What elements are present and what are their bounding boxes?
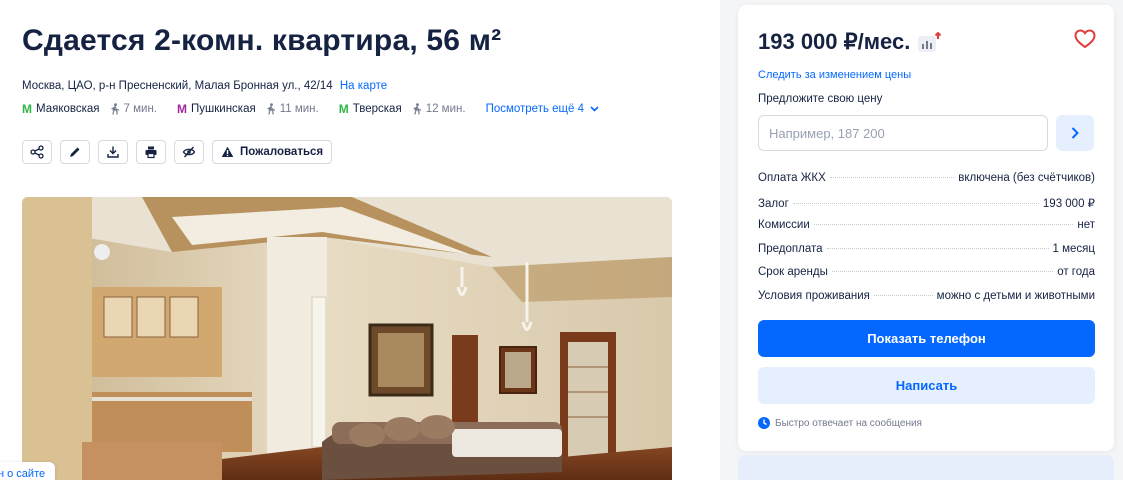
metro-icon: M <box>22 102 32 116</box>
term-leader <box>792 202 1039 204</box>
site-badge[interactable]: н о сайте <box>0 462 56 480</box>
term-leader <box>813 224 1074 226</box>
offer-price-input[interactable] <box>758 115 1048 151</box>
heart-icon <box>1074 29 1096 49</box>
share-button[interactable] <box>22 140 52 164</box>
price: 193 000 ₽/мес. <box>758 29 942 55</box>
more-metro-link[interactable]: Посмотреть ещё 4 <box>486 103 599 115</box>
action-toolbar: Пожаловаться <box>22 140 333 164</box>
term-row: Залог 193 000 ₽ <box>758 196 1095 220</box>
price-value: 193 000 ₽/мес. <box>758 29 911 54</box>
metro-icon: M <box>177 102 187 116</box>
walk-icon <box>267 103 275 115</box>
chevron-right-icon <box>1071 127 1079 139</box>
term-row: Оплата ЖКХ включена (без счётчиков) <box>758 172 1095 196</box>
warning-icon <box>221 146 234 157</box>
term-row: Предоплата 1 месяц <box>758 243 1095 267</box>
metro-icon: M <box>338 102 349 116</box>
hide-button[interactable] <box>174 140 204 164</box>
edit-button[interactable] <box>60 140 90 164</box>
metro-item[interactable]: M Маяковская 7 мин. <box>22 102 157 116</box>
map-link[interactable]: На карте <box>340 80 387 92</box>
listing-title: Сдается 2-комн. квартира, 56 м² <box>22 24 502 57</box>
metro-name: Пушкинская <box>191 103 256 115</box>
term-label: Срок аренды <box>758 266 828 279</box>
more-metro-label: Посмотреть ещё 4 <box>485 103 584 115</box>
walk-time: 7 мин. <box>110 103 157 115</box>
metro-name: Маяковская <box>36 103 100 115</box>
term-label: Комиссии <box>758 219 810 232</box>
walk-time-value: 12 мин. <box>425 103 466 115</box>
offer-label: Предложите свою цену <box>758 93 883 105</box>
walk-time-value: 11 мин. <box>279 103 319 115</box>
term-leader <box>831 271 1054 273</box>
edit-icon <box>70 147 80 157</box>
listing-photo[interactable] <box>22 197 672 480</box>
term-value: можно с детьми и животными <box>936 289 1095 302</box>
share-icon <box>30 145 44 159</box>
download-icon <box>107 146 119 158</box>
chart-icon[interactable] <box>918 32 942 52</box>
secondary-card <box>738 455 1114 480</box>
favorite-button[interactable] <box>1074 29 1096 54</box>
chevron-down-icon <box>590 106 599 112</box>
listing-main: Сдается 2-комн. квартира, 56 м² Москва, … <box>0 0 720 480</box>
term-label: Залог <box>758 197 789 210</box>
term-row: Срок аренды от года <box>758 266 1095 290</box>
download-button[interactable] <box>98 140 128 164</box>
write-message-button[interactable]: Написать <box>758 367 1095 404</box>
report-label: Пожаловаться <box>240 146 324 158</box>
fast-reply-text: Быстро отвечает на сообщения <box>775 417 922 429</box>
term-label: Условия проживания <box>758 289 870 302</box>
walk-time-value: 7 мин. <box>123 103 157 115</box>
report-button[interactable]: Пожаловаться <box>212 140 333 164</box>
watch-price-link[interactable]: Следить за изменением цены <box>758 69 911 81</box>
print-icon <box>145 146 157 159</box>
term-row: Условия проживания можно с детьми и живо… <box>758 290 1095 314</box>
show-phone-button[interactable]: Показать телефон <box>758 320 1095 357</box>
fast-reply-note: Быстро отвечает на сообщения <box>758 417 922 429</box>
term-label: Оплата ЖКХ <box>758 172 826 184</box>
walk-icon <box>110 103 119 115</box>
address-line: Москва, ЦАО, р-н Пресненский, Малая Брон… <box>22 80 387 92</box>
metro-item[interactable]: M Пушкинская 11 мин. <box>177 102 319 116</box>
term-value: 193 000 ₽ <box>1042 197 1095 210</box>
print-button[interactable] <box>136 140 166 164</box>
term-leader <box>829 177 955 178</box>
hide-icon <box>182 146 196 158</box>
walk-time: 11 мин. <box>266 103 319 115</box>
term-row: Комиссии нет <box>758 219 1095 243</box>
metro-name: Тверская <box>352 103 402 115</box>
rental-terms: Оплата ЖКХ включена (без счётчиков) Зало… <box>758 172 1095 314</box>
metro-list: M Маяковская 7 мин. M Пушкинская 11 мин.… <box>22 102 599 116</box>
term-label: Предоплата <box>758 242 823 255</box>
address-text: Москва, ЦАО, р-н Пресненский, Малая Брон… <box>22 80 333 92</box>
term-value: 1 месяц <box>1052 242 1095 255</box>
term-leader <box>873 294 933 296</box>
term-leader <box>826 247 1049 249</box>
term-value: включена (без счётчиков) <box>958 172 1095 184</box>
metro-item[interactable]: M Тверская 12 мин. <box>339 102 466 116</box>
offer-submit-button[interactable] <box>1056 115 1094 151</box>
term-value: от года <box>1057 266 1095 279</box>
price-card: 193 000 ₽/мес. Следить за изменением цен… <box>738 5 1114 451</box>
apartment-photo <box>22 197 672 480</box>
walk-time: 12 мин. <box>412 103 466 115</box>
walk-icon <box>413 103 421 115</box>
term-value: нет <box>1077 219 1095 232</box>
clock-icon <box>758 417 770 429</box>
